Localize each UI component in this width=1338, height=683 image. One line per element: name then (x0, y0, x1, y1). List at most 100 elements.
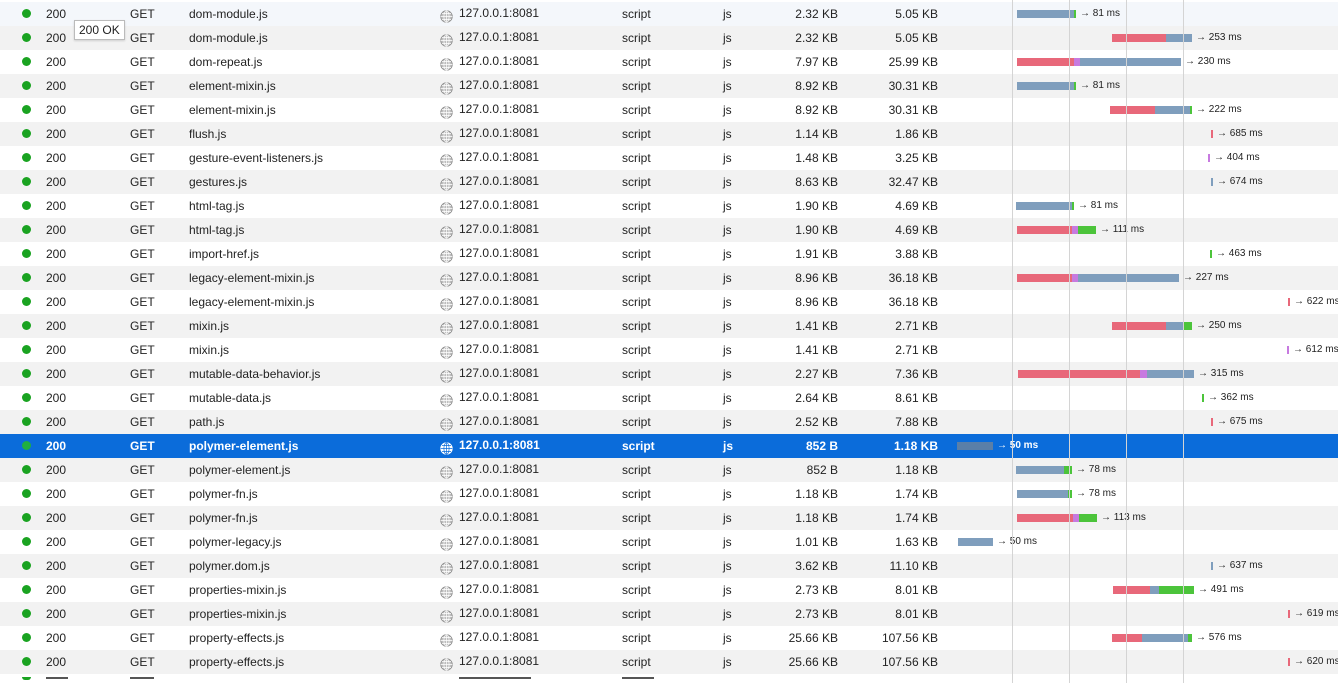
status-tooltip: 200 OK (74, 20, 125, 40)
waterfall-bar: → 622 ms (0, 290, 1338, 314)
waterfall-segment-wait (1017, 490, 1068, 498)
waterfall-segment-dns (1140, 370, 1147, 378)
waterfall-bar: → 50 ms (0, 530, 1338, 554)
request-row[interactable]: 200 GET element-mixin.js 127.0.0.1:8081 scri… (0, 98, 1338, 122)
request-row[interactable]: 200 GET polymer-fn.js 127.0.0.1:8081 script j… (0, 506, 1338, 530)
waterfall-segment-wait (1142, 634, 1188, 642)
waterfall-segment-blocked (1113, 586, 1150, 594)
request-row[interactable]: 200 GET gestures.js 127.0.0.1:8081 script js 8… (0, 170, 1338, 194)
waterfall-segment-blocked (1110, 106, 1155, 114)
waterfall-segment-receive (1079, 514, 1097, 522)
waterfall-bar: → 227 ms (0, 266, 1338, 290)
waterfall-segment-blocked (1211, 418, 1213, 426)
waterfall-segment-receive (1159, 586, 1194, 594)
waterfall-timing-label: → 491 ms (1198, 584, 1244, 595)
request-row[interactable]: 200 GET dom-repeat.js 127.0.0.1:8081 script j… (0, 50, 1338, 74)
waterfall-segment-receive (1202, 394, 1204, 402)
request-row[interactable]: 200 GET property-effects.js 127.0.0.1:8081 s… (0, 650, 1338, 674)
waterfall-segment-wait (1166, 322, 1183, 330)
waterfall-timing-label: → 637 ms (1217, 560, 1263, 571)
waterfall-segment-wait (958, 538, 993, 546)
waterfall-segment-blocked (1288, 298, 1290, 306)
request-row[interactable]: 200 GET property-effects.js 127.0.0.1:8081 s… (0, 626, 1338, 650)
waterfall-timing-label: → 81 ms (1080, 80, 1121, 91)
request-row[interactable]: 200 GET properties-mixin.js 127.0.0.1:8081 s… (0, 602, 1338, 626)
waterfall-timing-label: → 674 ms (1217, 176, 1263, 187)
waterfall-segment-receive (1078, 226, 1096, 234)
timeline-gridline (1069, 0, 1070, 683)
waterfall-segment-blocked (1288, 658, 1290, 666)
waterfall-bar: → 619 ms (0, 602, 1338, 626)
request-row[interactable]: 200 GET mutable-data-behavior.js 127.0.0.1:… (0, 362, 1338, 386)
waterfall-bar: → 362 ms (0, 386, 1338, 410)
waterfall-segment-receive (1072, 202, 1074, 210)
request-row[interactable]: 200 GET polymer.dom.js 127.0.0.1:8081 script… (0, 554, 1338, 578)
waterfall-bar: → 620 ms (0, 650, 1338, 674)
waterfall-segment-wait (1150, 586, 1159, 594)
waterfall-segment-wait (1211, 178, 1213, 186)
waterfall-segment-blocked (1112, 34, 1166, 42)
waterfall-segment-dns (1287, 346, 1289, 354)
waterfall-segment-wait (957, 442, 993, 450)
waterfall-timing-label: → 81 ms (1078, 200, 1119, 211)
request-row[interactable]: 200 GET polymer-element.js 127.0.0.1:8081 sc… (0, 458, 1338, 482)
waterfall-segment-wait (1017, 82, 1074, 90)
waterfall-segment-receive (1190, 106, 1192, 114)
request-row[interactable]: 200 GET polymer-legacy.js 127.0.0.1:8081 scr… (0, 530, 1338, 554)
request-row[interactable]: 200 GET path.js 127.0.0.1:8081 script js 2.52 … (0, 410, 1338, 434)
request-row[interactable]: 200 GET mixin.js 127.0.0.1:8081 script js 1.41… (0, 338, 1338, 362)
waterfall-timing-label: → 612 ms (1293, 344, 1338, 355)
waterfall-timing-label: → 78 ms (1076, 488, 1117, 499)
waterfall-bar: → 491 ms (0, 578, 1338, 602)
waterfall-segment-blocked (1112, 634, 1142, 642)
timeline-gridline (1126, 0, 1127, 683)
request-row[interactable]: 200 GET properties-mixin.js 127.0.0.1:8081 s… (0, 578, 1338, 602)
waterfall-segment-wait (1016, 202, 1072, 210)
waterfall-timing-label: → 362 ms (1208, 392, 1254, 403)
request-row[interactable]: 200 GET polymer-fn.js 127.0.0.1:8081 script j… (0, 482, 1338, 506)
request-row[interactable]: 200 GET flush.js 127.0.0.1:8081 script js 1.14… (0, 122, 1338, 146)
waterfall-bar: → 81 ms (0, 2, 1338, 26)
request-row[interactable]: 200 GET dom-module.js 127.0.0.1:8081 script j… (0, 2, 1338, 26)
waterfall-timing-label: → 620 ms (1294, 656, 1338, 667)
waterfall-timing-label: → 619 ms (1294, 608, 1338, 619)
waterfall-timing-label: → 227 ms (1183, 272, 1229, 283)
waterfall-segment-blocked (1017, 226, 1072, 234)
waterfall-timing-label: → 222 ms (1196, 104, 1242, 115)
waterfall-segment-wait (1016, 466, 1064, 474)
waterfall-segment-blocked (1288, 610, 1290, 618)
request-row[interactable]: 200 GET import-href.js 127.0.0.1:8081 script… (0, 242, 1338, 266)
waterfall-timing-label: → 230 ms (1185, 56, 1231, 67)
waterfall-bar: → 674 ms (0, 170, 1338, 194)
waterfall-timing-label: → 113 ms (1101, 512, 1146, 523)
waterfall-bar: → 253 ms (0, 26, 1338, 50)
waterfall-timing-label: → 622 ms (1294, 296, 1338, 307)
request-row[interactable]: 200 GET mutable-data.js 127.0.0.1:8081 scrip… (0, 386, 1338, 410)
request-row[interactable]: 200 GET element-mixin.js 127.0.0.1:8081 scri… (0, 74, 1338, 98)
waterfall-bar: → 78 ms (0, 482, 1338, 506)
request-row[interactable]: 200 GET html-tag.js 127.0.0.1:8081 script js 1… (0, 218, 1338, 242)
request-row[interactable]: 200 GET legacy-element-mixin.js 127.0.0.1:8… (0, 266, 1338, 290)
waterfall-timing-label: → 675 ms (1217, 416, 1263, 427)
waterfall-bar: → 637 ms (0, 554, 1338, 578)
waterfall-segment-receive (1183, 322, 1192, 330)
timeline-gridline (1183, 0, 1184, 683)
waterfall-bar: → 111 ms (0, 218, 1338, 242)
timeline-gridline (1012, 0, 1013, 683)
request-row[interactable]: 200 GET polymer-element.js 127.0.0.1:8081 sc… (0, 434, 1338, 458)
request-row[interactable]: 200 GET legacy-element-mixin.js 127.0.0.1:8… (0, 290, 1338, 314)
waterfall-timing-label: → 315 ms (1198, 368, 1244, 379)
request-row[interactable]: 200 GET mixin.js 127.0.0.1:8081 script js 1.41… (0, 314, 1338, 338)
request-row[interactable]: 200 GET html-tag.js 127.0.0.1:8081 script js 1… (0, 194, 1338, 218)
waterfall-timing-label: → 250 ms (1196, 320, 1242, 331)
waterfall-segment-receive (1188, 634, 1192, 642)
waterfall-bar: → 576 ms (0, 626, 1338, 650)
waterfall-bar: → 78 ms (0, 458, 1338, 482)
waterfall-segment-wait (1078, 274, 1179, 282)
waterfall-bar: → 404 ms (0, 146, 1338, 170)
waterfall-segment-blocked (1211, 130, 1213, 138)
waterfall-segment-wait (1211, 562, 1213, 570)
waterfall-segment-blocked (1112, 322, 1166, 330)
request-row[interactable]: 200 GET dom-module.js 127.0.0.1:8081 script j… (0, 26, 1338, 50)
request-row[interactable]: 200 GET gesture-event-listeners.js 127.0.0.… (0, 146, 1338, 170)
